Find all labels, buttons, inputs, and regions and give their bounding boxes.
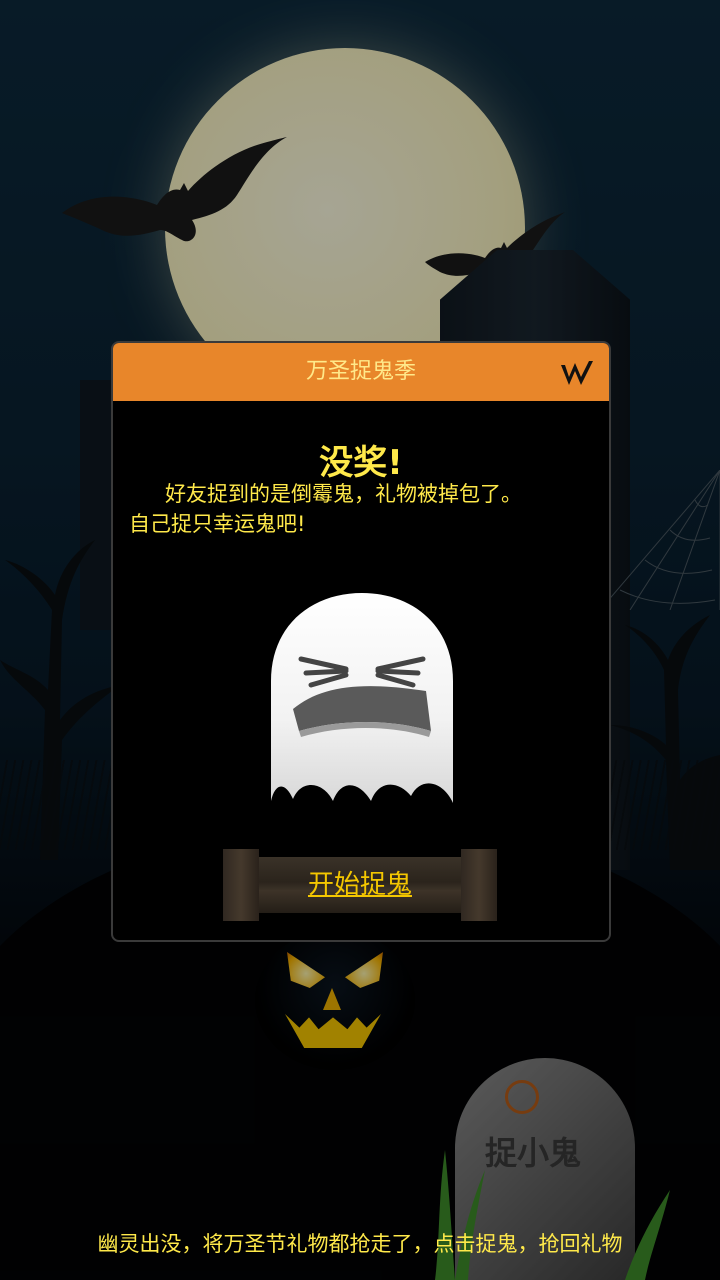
start-catch-button[interactable]: 开始捉鬼 (213, 843, 507, 923)
close-icon (561, 361, 593, 385)
result-dialog: 万圣捉鬼季 没奖! 好友捉到的是倒霉鬼，礼物被掉包了。 自己捉只幸运鬼吧! 开始… (111, 341, 611, 942)
close-button[interactable] (559, 357, 595, 389)
ghost-illustration (271, 591, 453, 803)
footer-hint: 幽灵出没，将万圣节礼物都抢走了，点击捉鬼，抢回礼物 (97, 1232, 623, 1256)
result-headline: 没奖! (319, 443, 403, 483)
message-line-2: 自己捉只幸运鬼吧! (129, 512, 306, 536)
result-message: 好友捉到的是倒霉鬼，礼物被掉包了。 自己捉只幸运鬼吧! (129, 479, 595, 539)
start-catch-label: 开始捉鬼 (307, 870, 412, 900)
message-line-1: 好友捉到的是倒霉鬼，礼物被掉包了。 (165, 482, 522, 506)
dialog-header: 万圣捉鬼季 (113, 343, 609, 401)
dialog-title: 万圣捉鬼季 (305, 359, 416, 384)
